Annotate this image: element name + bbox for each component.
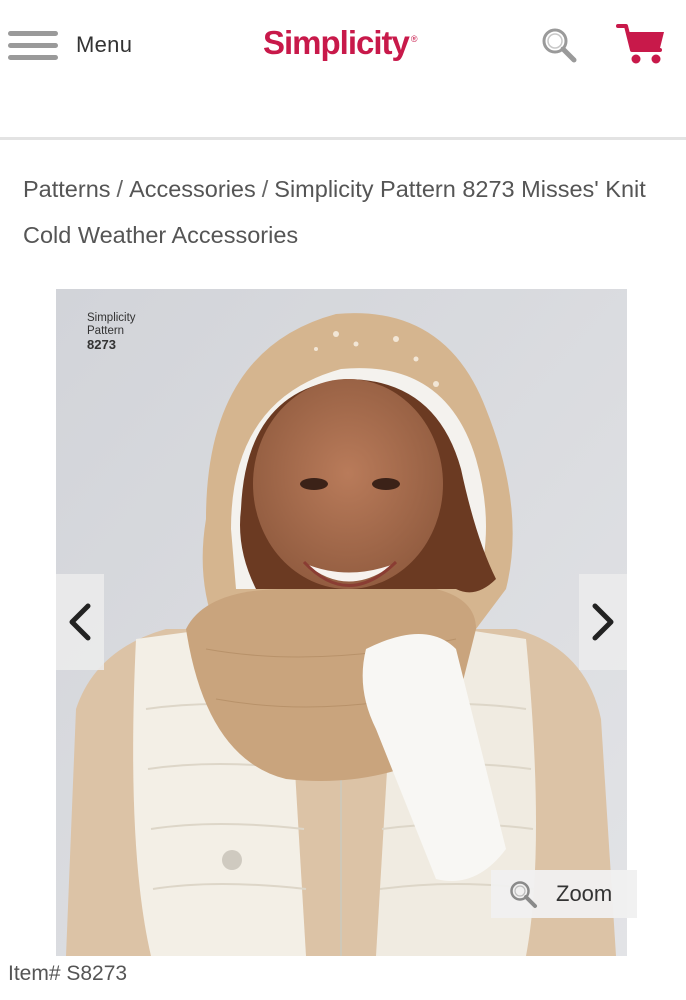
breadcrumb-patterns[interactable]: Patterns: [23, 176, 111, 202]
shopping-cart-icon: [616, 24, 664, 64]
previous-image-button[interactable]: [56, 574, 104, 670]
breadcrumb-separator: /: [116, 176, 124, 202]
logo-trademark: ®: [410, 34, 418, 44]
product-image-viewer: Simplicity Pattern 8273: [56, 289, 627, 956]
zoom-label: Zoom: [556, 881, 613, 906]
hamburger-menu-icon: [8, 27, 58, 63]
menu-button[interactable]: Menu: [8, 24, 132, 66]
cart-button[interactable]: [616, 22, 666, 66]
search-icon: [542, 28, 577, 63]
chevron-left-icon: [69, 603, 91, 641]
zoom-icon: [510, 881, 537, 908]
pattern-label-number: 8273: [87, 337, 116, 352]
pattern-number-label: Simplicity Pattern 8273: [87, 312, 136, 351]
product-photo: [56, 289, 627, 956]
zoom-button[interactable]: Zoom: [491, 870, 637, 918]
item-number: Item# S8273: [8, 962, 128, 985]
logo-text: Simplicity: [263, 24, 410, 61]
search-button[interactable]: [540, 26, 580, 66]
breadcrumb: Patterns / Accessories / Simplicity Pattern …: [23, 166, 683, 258]
breadcrumb-accessories[interactable]: Accessories: [129, 176, 256, 202]
site-header: Menu Simplicity ®: [0, 0, 686, 137]
header-divider: [0, 137, 686, 140]
breadcrumb-separator: /: [261, 176, 269, 202]
pattern-label-brand: Simplicity: [87, 312, 136, 324]
chevron-right-icon: [592, 603, 614, 641]
next-image-button[interactable]: [579, 574, 627, 670]
menu-label: Menu: [76, 32, 133, 57]
simplicity-logo[interactable]: Simplicity ®: [263, 24, 418, 62]
